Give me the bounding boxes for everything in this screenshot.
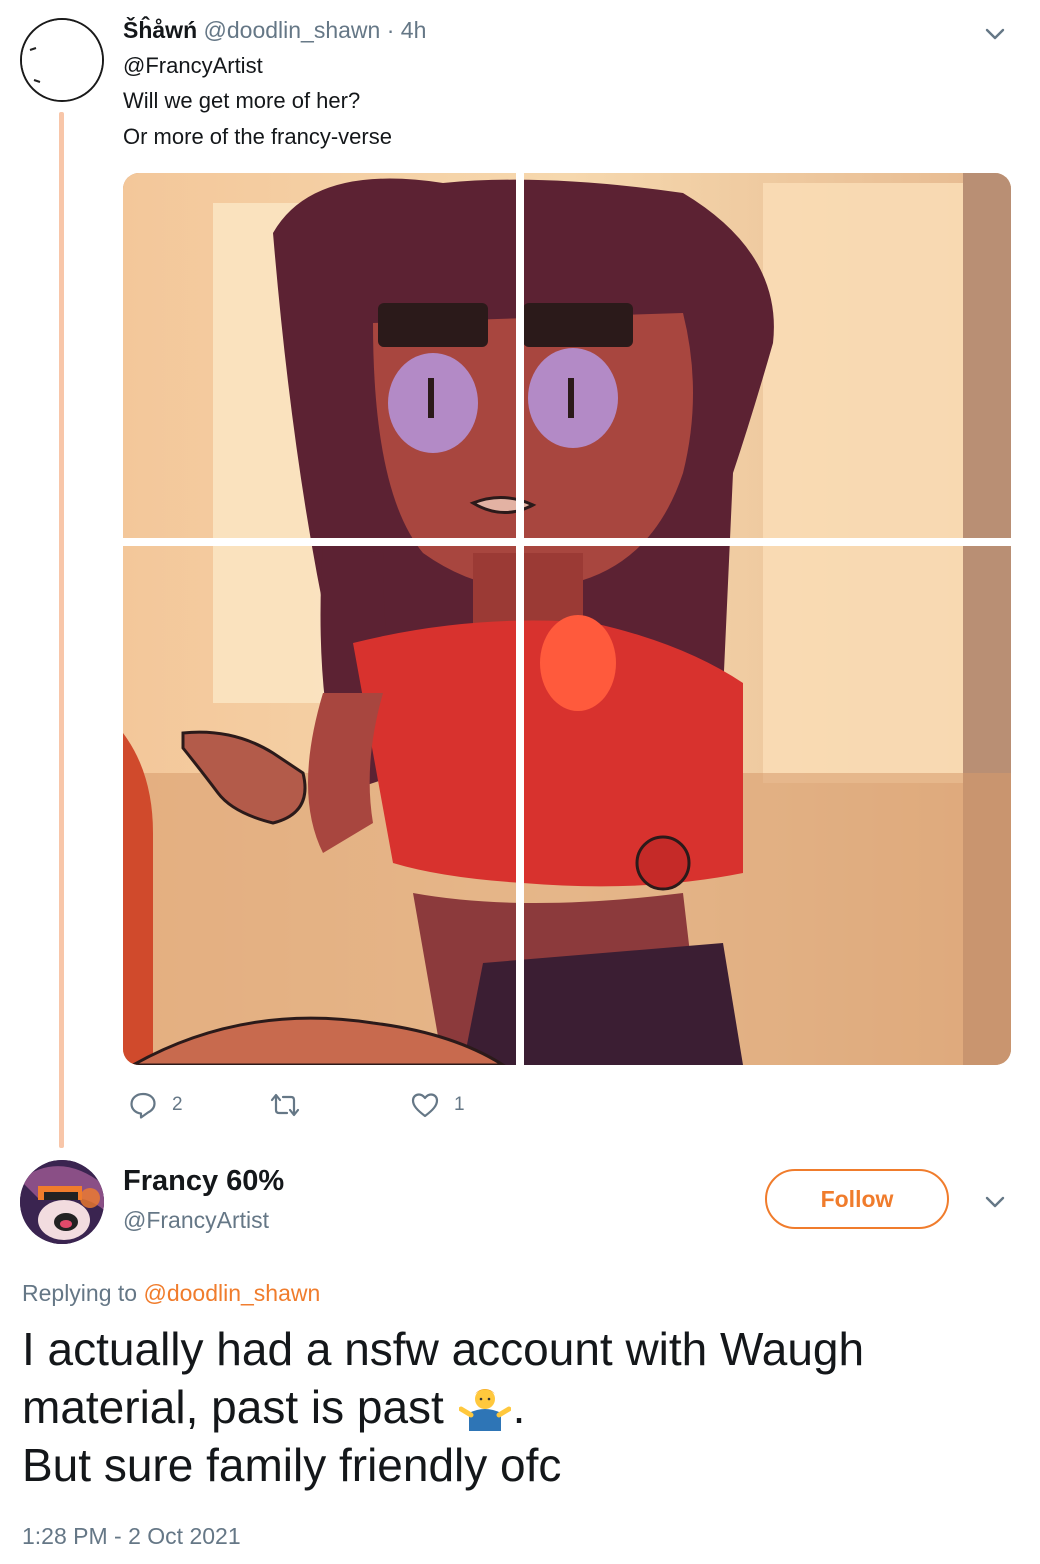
tweet-text-line: I actually had a nsfw account with Waugh: [22, 1323, 865, 1375]
chevron-down-icon[interactable]: [983, 1190, 1007, 1214]
tweet-time[interactable]: 4h: [401, 17, 427, 43]
tweet-media-image[interactable]: [123, 173, 1011, 1065]
tweet-text-segment: .: [512, 1381, 526, 1433]
tweet-header: Šĥåwń @doodlin_shawn · 4h: [123, 14, 426, 46]
retweet-action[interactable]: [270, 1090, 314, 1120]
chevron-down-icon[interactable]: [983, 22, 1007, 46]
replying-handle-link[interactable]: @doodlin_shawn: [143, 1280, 320, 1306]
tweet-text-line: material, past is past .: [22, 1378, 1012, 1436]
tweet-text-line: Or more of the francy-verse: [123, 124, 392, 149]
avatar[interactable]: [20, 1160, 104, 1244]
user-handle[interactable]: @doodlin_shawn: [204, 17, 381, 43]
tweet-timestamp[interactable]: 1:28 PM - 2 Oct 2021: [22, 1520, 241, 1552]
replying-to: Replying to @doodlin_shawn: [22, 1276, 320, 1310]
thread-line: [59, 112, 64, 1148]
tweet-body: I actually had a nsfw account with Waugh…: [22, 1320, 1012, 1494]
display-name[interactable]: Francy 60%: [123, 1162, 284, 1200]
follow-button[interactable]: Follow: [765, 1169, 949, 1229]
replying-prefix: Replying to: [22, 1280, 138, 1306]
mention-link[interactable]: @FrancyArtist: [123, 51, 263, 81]
heart-icon: [411, 1093, 439, 1118]
header-separator: ·: [386, 17, 395, 43]
display-name[interactable]: Šĥåwń: [123, 17, 197, 43]
reply-action[interactable]: 2: [128, 1090, 183, 1120]
speech-bubble-icon: [130, 1092, 156, 1119]
tweet-text-segment: material, past is past: [22, 1381, 444, 1433]
user-handle[interactable]: @FrancyArtist: [123, 1204, 269, 1236]
reply-count: 2: [172, 1094, 183, 1115]
media-illustration: [123, 173, 1011, 1065]
retweet-icon: [270, 1093, 300, 1117]
like-count: 1: [454, 1094, 465, 1115]
tweet-text-line: But sure family friendly ofc: [22, 1439, 562, 1491]
like-action[interactable]: 1: [410, 1090, 465, 1120]
person-shrugging-emoji: [458, 1383, 512, 1431]
avatar[interactable]: [20, 18, 104, 102]
tweet-text-line: Will we get more of her?: [123, 88, 361, 113]
